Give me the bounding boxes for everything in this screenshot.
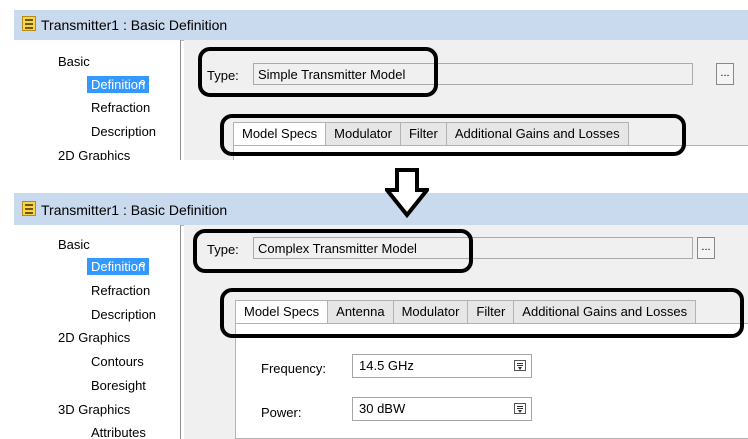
type-label: Type: [207,242,239,257]
tab-filter[interactable]: Filter [400,122,447,146]
tab-modulator[interactable]: Modulator [326,122,401,146]
properties-tree: Basic Definition Refraction Description … [14,40,181,160]
tree-item-boresight[interactable]: Boresight [91,378,146,393]
unit-selector-icon[interactable] [514,360,526,371]
tab-strip: Model Specs Modulator Filter Additional … [233,122,629,146]
tree-item-basic[interactable]: Basic [58,237,90,252]
type-field[interactable]: Simple Transmitter Model [253,63,693,85]
tree-item-definition[interactable]: Definition [87,258,150,275]
tab-antenna[interactable]: Antenna [328,300,394,324]
tab-panel: Frequency: 14.5 GHz Power: 30 dBW [235,323,748,439]
type-field[interactable]: Complex Transmitter Model [253,237,693,259]
tree-item-2d-graphics[interactable]: 2D Graphics [58,148,130,160]
tab-model-specs[interactable]: Model Specs [235,300,329,324]
window-title: Transmitter1 : Basic Definition [41,17,228,33]
tab-additional-gains-and-losses[interactable]: Additional Gains and Losses [514,300,697,324]
tab-filter[interactable]: Filter [468,300,515,324]
properties-tree: Basic Definition Refraction Description … [14,225,181,439]
title-bar: Transmitter1 : Basic Definition [14,10,748,41]
type-browse-button[interactable]: ... [697,237,715,259]
tree-item-description[interactable]: Description [91,124,156,139]
tree-item-refraction[interactable]: Refraction [91,283,150,298]
power-field[interactable]: 30 dBW [352,397,532,421]
power-value: 30 dBW [359,401,406,416]
frequency-label: Frequency: [261,361,327,376]
frequency-value: 14.5 GHz [359,358,414,373]
power-label: Power: [261,405,302,420]
window-title: Transmitter1 : Basic Definition [41,202,228,218]
type-browse-button[interactable]: ... [716,63,734,85]
tab-modulator[interactable]: Modulator [393,300,469,324]
title-bar: Transmitter1 : Basic Definition [14,193,748,226]
tree-item-contours[interactable]: Contours [91,354,144,369]
tab-model-specs[interactable]: Model Specs [233,122,327,146]
tree-item-attributes[interactable]: Attributes [91,425,146,439]
tab-strip: Model Specs Antenna Modulator Filter Add… [235,300,697,324]
type-label: Type: [207,68,239,83]
tree-item-3d-graphics[interactable]: 3D Graphics [58,402,130,417]
tree-item-basic[interactable]: Basic [58,54,90,69]
definition-panel: Type: Complex Transmitter Model ... Mode… [184,225,748,439]
top-dialog-window: Transmitter1 : Basic Definition Basic De… [14,10,748,160]
tree-item-definition[interactable]: Definition [87,76,150,93]
unit-selector-icon[interactable] [514,403,526,414]
tree-item-2d-graphics[interactable]: 2D Graphics [58,330,130,345]
tree-item-refraction[interactable]: Refraction [91,100,150,115]
down-arrow-icon [385,168,429,218]
tab-panel [233,145,748,160]
document-icon [22,201,36,216]
bottom-dialog-window: Transmitter1 : Basic Definition Basic De… [14,193,748,439]
tab-additional-gains-and-losses[interactable]: Additional Gains and Losses [446,122,629,146]
tree-item-description[interactable]: Description [91,307,156,322]
frequency-field[interactable]: 14.5 GHz [352,354,532,378]
definition-panel: Type: Simple Transmitter Model ... Model… [184,40,748,160]
document-icon [22,16,36,31]
